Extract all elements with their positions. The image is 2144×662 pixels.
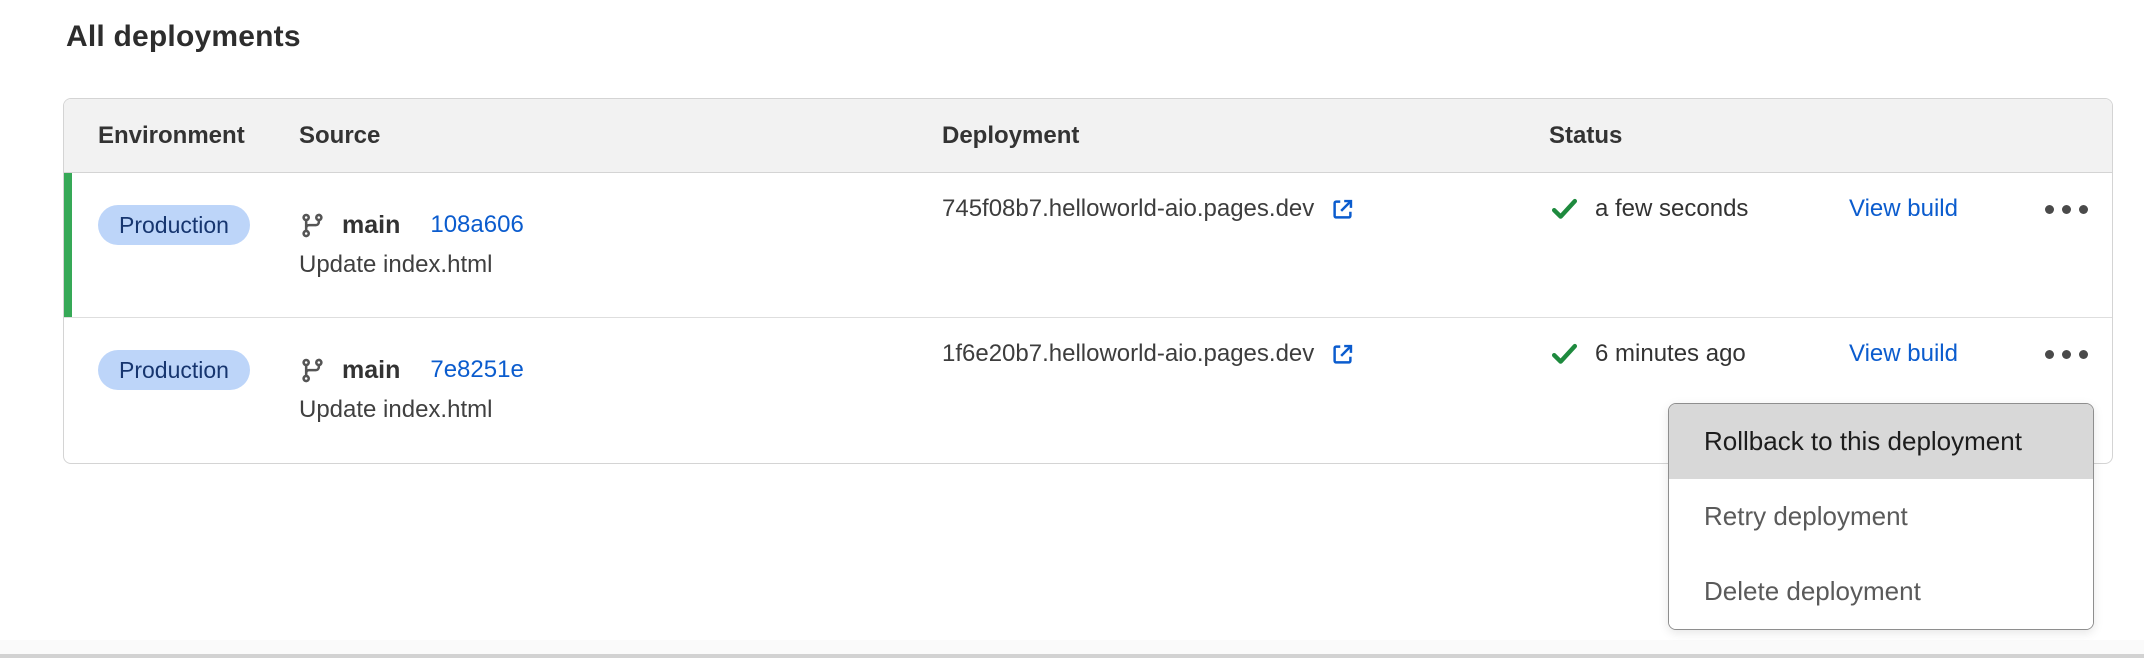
external-link-icon[interactable] (1329, 196, 1356, 223)
status-text: a few seconds (1595, 195, 1748, 223)
row-actions-menu: Rollback to this deployment Retry deploy… (1668, 403, 2094, 630)
ellipsis-menu-icon (2045, 350, 2088, 359)
commit-link[interactable]: 108a606 (430, 211, 523, 239)
external-link-icon[interactable] (1329, 341, 1356, 368)
commit-message: Update index.html (299, 395, 942, 425)
branch-name: main (342, 356, 400, 385)
status-text: 6 minutes ago (1595, 340, 1746, 368)
deployment-url: 1f6e20b7.helloworld-aio.pages.dev (942, 340, 1314, 368)
column-header-status: Status (1549, 122, 1849, 150)
deployment-url: 745f08b7.helloworld-aio.pages.dev (942, 195, 1314, 223)
column-header-source: Source (299, 122, 942, 150)
row-actions-button[interactable] (2019, 318, 2114, 358)
view-build-link[interactable]: View build (1849, 195, 1958, 223)
source-cell: main 7e8251e Update index.html (299, 318, 942, 425)
source-cell: main 108a606 Update index.html (299, 173, 942, 280)
git-branch-icon (299, 357, 326, 384)
check-icon (1549, 194, 1580, 225)
column-header-deployment: Deployment (942, 122, 1549, 150)
page-bottom-divider (0, 654, 2144, 658)
menu-item-delete[interactable]: Delete deployment (1669, 554, 2093, 629)
ellipsis-menu-icon (2045, 205, 2088, 214)
environment-badge: Production (98, 205, 250, 245)
menu-item-retry[interactable]: Retry deployment (1669, 479, 2093, 554)
environment-badge: Production (98, 350, 250, 390)
commit-message: Update index.html (299, 250, 942, 280)
check-icon (1549, 339, 1580, 370)
branch-name: main (342, 211, 400, 240)
row-actions-button[interactable] (2019, 173, 2114, 213)
column-header-environment: Environment (64, 122, 299, 150)
table-header-row: Environment Source Deployment Status (64, 99, 2112, 173)
table-row: Production main 108a606 Update index.htm… (64, 173, 2112, 318)
view-build-link[interactable]: View build (1849, 340, 1958, 368)
git-branch-icon (299, 212, 326, 239)
page-title: All deployments (66, 20, 301, 54)
bottom-wash (0, 640, 2144, 654)
commit-link[interactable]: 7e8251e (430, 356, 523, 384)
menu-item-rollback[interactable]: Rollback to this deployment (1669, 404, 2093, 479)
deployments-page: All deployments Environment Source Deplo… (0, 0, 2144, 662)
